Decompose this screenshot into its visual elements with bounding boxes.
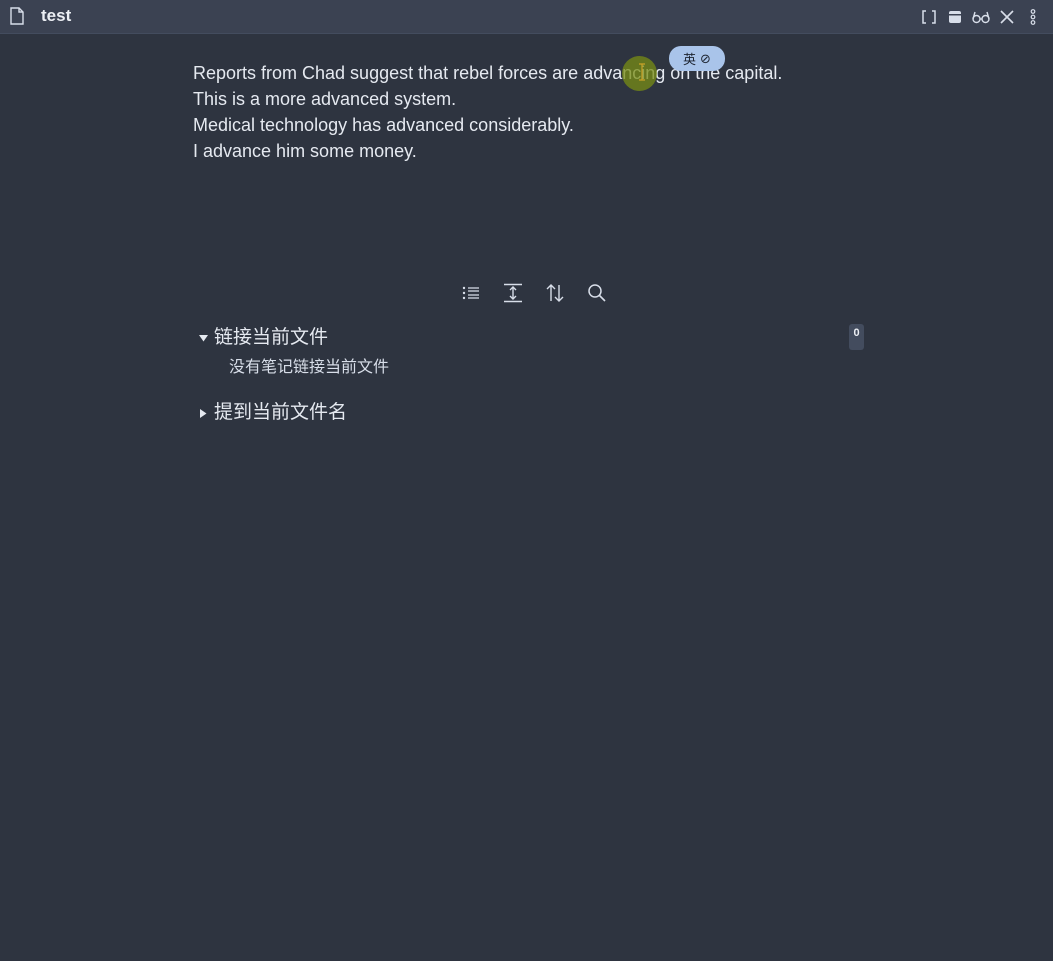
note-title[interactable]: test	[41, 6, 71, 26]
link-brackets-icon[interactable]	[919, 8, 939, 26]
no-backlinks-message: 没有笔记链接当前文件	[229, 359, 390, 376]
backlinks-toolbar	[459, 281, 627, 305]
editor-line[interactable]: This is a more advanced system.	[193, 86, 873, 112]
search-icon[interactable]	[585, 281, 609, 305]
editor-content[interactable]: Reports from Chad suggest that rebel for…	[193, 60, 873, 164]
editor-line[interactable]: Reports from Chad suggest that rebel for…	[193, 60, 873, 86]
sort-order-icon[interactable]	[543, 281, 567, 305]
collapse-results-icon[interactable]	[459, 281, 483, 305]
ime-language-label: 英	[683, 52, 697, 67]
linked-mentions-count: 0	[849, 324, 864, 350]
linked-mentions-header[interactable]: 链接当前文件	[198, 326, 328, 350]
more-options-icon[interactable]	[1023, 8, 1043, 26]
unlinked-mentions-header[interactable]: 提到当前文件名	[198, 401, 347, 425]
ime-disabled-icon: ⊘	[700, 50, 711, 66]
editor-line[interactable]: Medical technology has advanced consider…	[193, 112, 873, 138]
close-icon[interactable]	[997, 8, 1017, 26]
unlinked-mentions-title: 提到当前文件名	[214, 402, 348, 423]
ime-indicator[interactable]: 英 ⊘	[669, 46, 725, 71]
text-cursor-icon	[639, 63, 645, 81]
note-window: test Reports from Chad suggest that rebe…	[0, 0, 1053, 961]
show-more-context-icon[interactable]	[501, 281, 525, 305]
archive-icon[interactable]	[945, 8, 965, 26]
caret-down-icon	[198, 333, 208, 343]
caret-right-icon	[198, 408, 208, 418]
file-icon	[9, 7, 25, 25]
view-actions	[913, 8, 1043, 26]
linked-mentions-title: 链接当前文件	[214, 327, 329, 348]
reading-glasses-icon[interactable]	[971, 8, 991, 26]
editor-line[interactable]: I advance him some money.	[193, 138, 873, 164]
view-header: test	[0, 0, 1053, 34]
